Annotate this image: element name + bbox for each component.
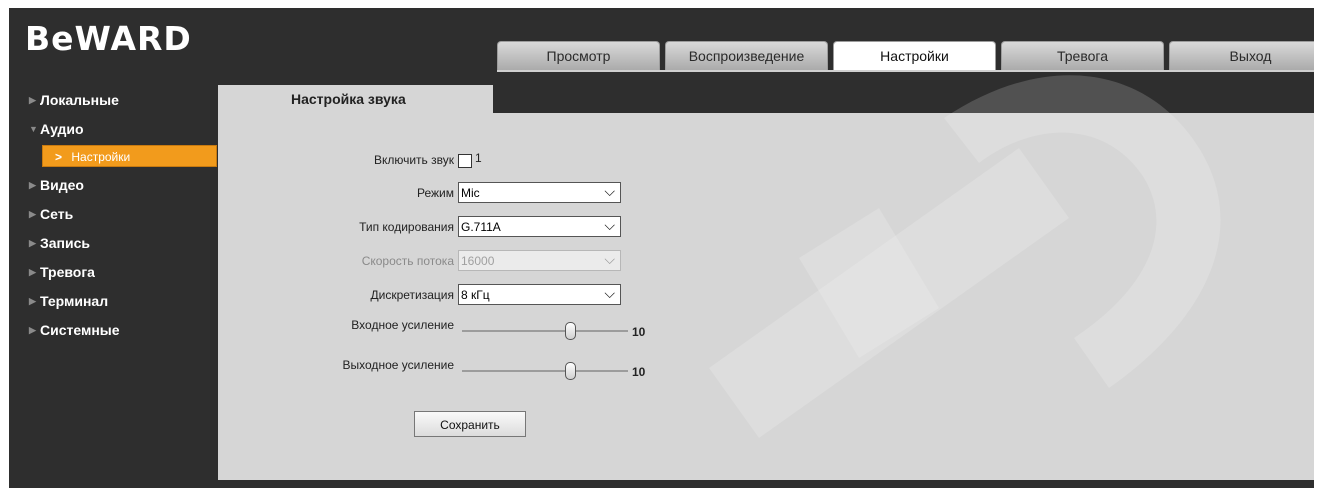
sidebar-item-network[interactable]: ▶ Сеть: [9, 200, 219, 229]
tab-alarm[interactable]: Тревога: [1001, 41, 1164, 71]
sidebar-subitem-label: Настройки: [71, 150, 131, 164]
tab-view[interactable]: Просмотр: [497, 41, 660, 71]
app-frame: BeWARD Просмотр Воспроизведение Настройк…: [9, 8, 1314, 488]
sidebar-item-label: Тревога: [40, 264, 95, 280]
save-button[interactable]: Сохранить: [414, 411, 526, 437]
mode-select[interactable]: Mic: [458, 182, 621, 203]
bitrate-select-wrap: 16000 ⌵: [458, 250, 621, 271]
settings-panel: Включить звук 1 Режим Mic ⌵ Тип кодирова…: [218, 113, 1314, 480]
triangle-right-icon: ▶: [29, 95, 36, 105]
sidebar-item-terminal[interactable]: ▶ Терминал: [9, 287, 219, 316]
sidebar-item-local[interactable]: ▶ Локальные: [9, 86, 219, 115]
nav-divider: [497, 70, 1314, 72]
sidebar-subitem-settings[interactable]: > Настройки: [42, 145, 217, 167]
triangle-down-icon: ▼: [29, 124, 38, 134]
sidebar-item-label: Терминал: [40, 293, 109, 309]
sidebar-item-record[interactable]: ▶ Запись: [9, 229, 219, 258]
sidebar-item-audio[interactable]: ▼ Аудио: [9, 115, 219, 144]
output-gain-label: Выходное усиление: [342, 358, 454, 372]
bitrate-select: 16000: [458, 250, 621, 271]
output-gain-value: 10: [632, 365, 646, 379]
sidebar-item-label: Аудио: [40, 121, 84, 137]
triangle-right-icon: ▶: [29, 238, 36, 248]
encoding-select[interactable]: G.711A: [458, 216, 621, 237]
beward-logo: BeWARD: [25, 19, 192, 58]
encoding-select-wrap: G.711A ⌵: [458, 216, 621, 237]
tab-logout[interactable]: Выход: [1169, 41, 1314, 71]
triangle-right-icon: ▶: [29, 325, 36, 335]
enable-audio-row: Включить звук: [218, 153, 454, 167]
sidebar-item-video[interactable]: ▶ Видео: [9, 171, 219, 200]
triangle-right-icon: ▶: [29, 267, 36, 277]
channel-number: 1: [475, 151, 482, 165]
triangle-right-icon: ▶: [29, 209, 36, 219]
mode-select-wrap: Mic ⌵: [458, 182, 621, 203]
sidebar-item-system[interactable]: ▶ Системные: [9, 316, 219, 345]
sidebar-item-label: Видео: [40, 177, 84, 193]
tab-playback[interactable]: Воспроизведение: [665, 41, 828, 71]
output-gain-slider-thumb[interactable]: [565, 362, 576, 380]
enable-audio-label: Включить звук: [373, 153, 454, 167]
encoding-label: Тип кодирования: [359, 220, 454, 234]
content-tab-audio-settings[interactable]: Настройка звука: [218, 85, 493, 113]
top-nav: Просмотр Воспроизведение Настройки Трево…: [497, 41, 1314, 72]
triangle-right-icon: ▶: [29, 180, 36, 190]
sidebar-item-label: Сеть: [40, 206, 74, 222]
input-gain-value: 10: [632, 325, 646, 339]
sidebar-item-label: Запись: [40, 235, 91, 251]
sampling-select-wrap: 8 кГц ⌵: [458, 284, 621, 305]
output-gain-slider-track[interactable]: [462, 370, 628, 372]
chevron-right-icon: >: [55, 150, 63, 164]
sampling-label: Дискретизация: [370, 288, 454, 302]
sampling-select[interactable]: 8 кГц: [458, 284, 621, 305]
triangle-right-icon: ▶: [29, 296, 36, 306]
sidebar-item-label: Системные: [40, 322, 120, 338]
input-gain-label: Входное усиление: [351, 318, 454, 332]
bitrate-label: Скорость потока: [361, 254, 454, 268]
enable-audio-checkbox[interactable]: [458, 154, 472, 168]
input-gain-slider-thumb[interactable]: [565, 322, 576, 340]
mode-label: Режим: [417, 186, 454, 200]
sidebar: ▶ Локальные ▼ Аудио > Настройки ▶ Видео …: [9, 86, 219, 345]
tab-settings[interactable]: Настройки: [833, 41, 996, 71]
input-gain-slider-track[interactable]: [462, 330, 628, 332]
sidebar-item-label: Локальные: [40, 92, 119, 108]
sidebar-item-alarm[interactable]: ▶ Тревога: [9, 258, 219, 287]
